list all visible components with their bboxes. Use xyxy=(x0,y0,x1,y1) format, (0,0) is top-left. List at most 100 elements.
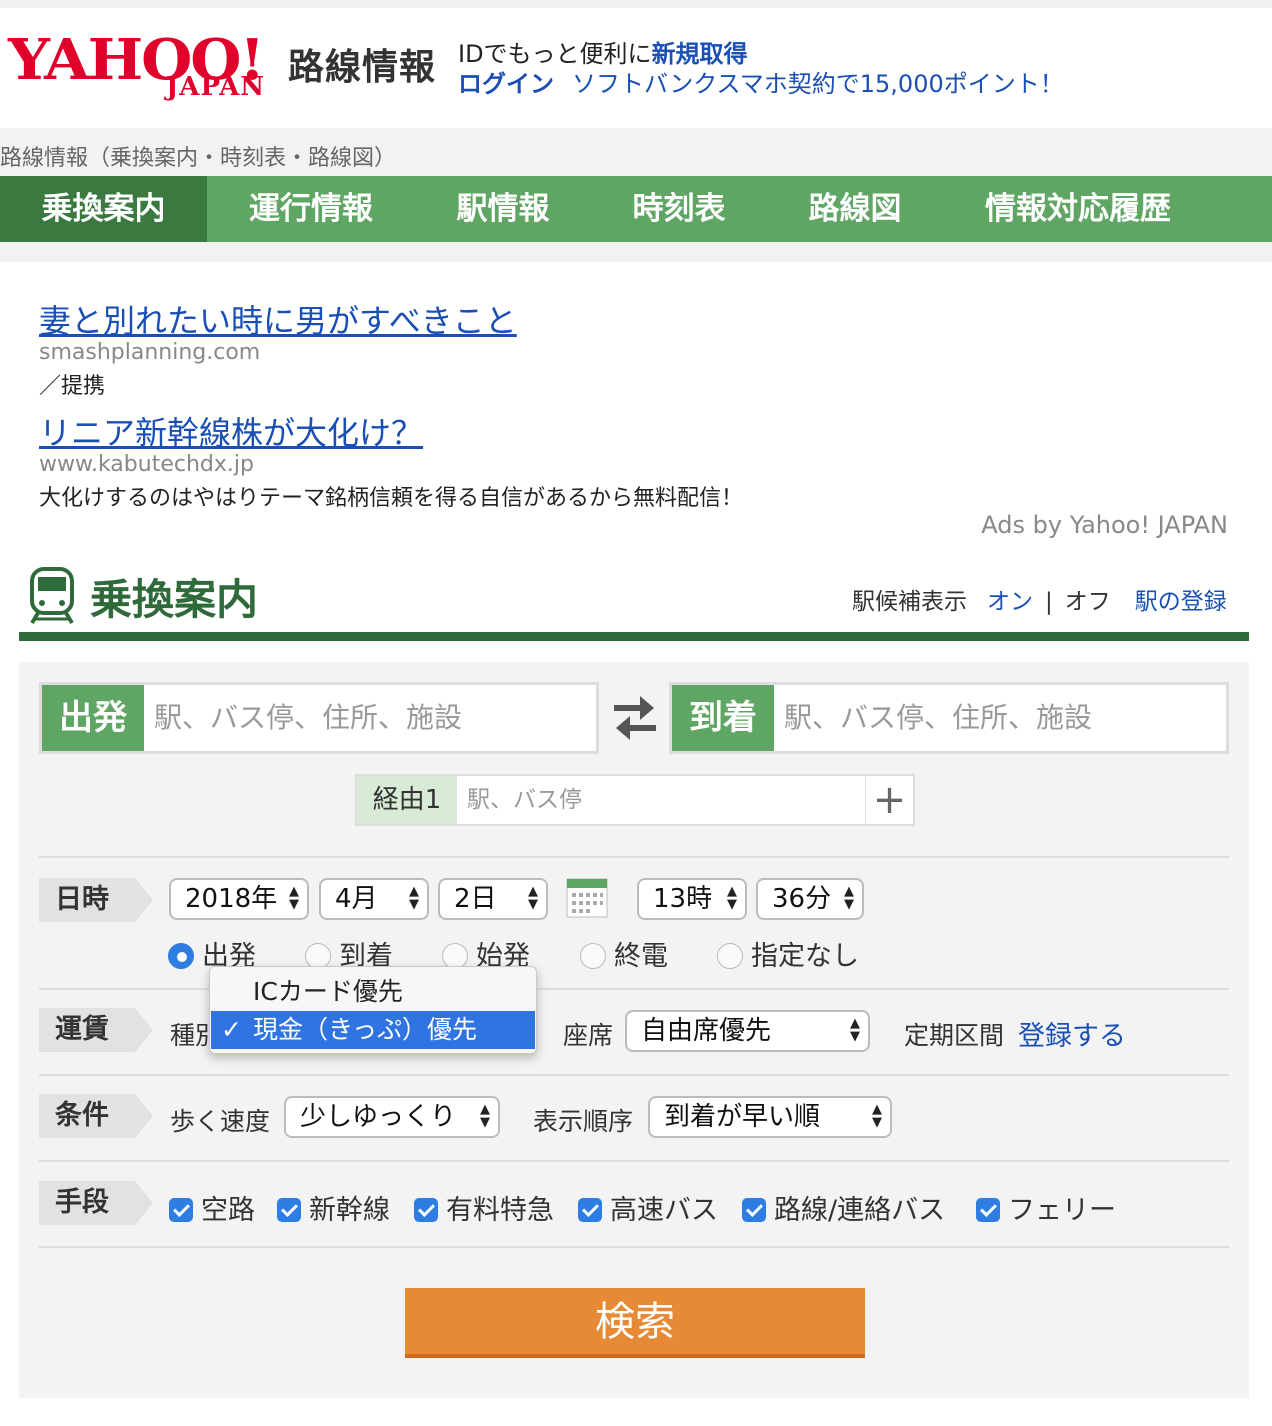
seat-select[interactable]: 自由席優先 ▲ ▼ xyxy=(625,1010,870,1052)
checkbox-label: 高速バス xyxy=(610,1195,718,1226)
checkbox-limited-express[interactable]: 有料特急 xyxy=(414,1188,554,1227)
service-name[interactable]: 路線情報 xyxy=(288,38,436,90)
fare-option-ic[interactable]: ICカード優先 xyxy=(211,973,535,1011)
suggest-separator: | xyxy=(1045,589,1053,615)
divider xyxy=(39,1246,1229,1248)
logo-sub-text: JAPAN xyxy=(166,72,266,102)
checkbox-label: 空路 xyxy=(201,1195,255,1226)
calendar-icon[interactable] xyxy=(566,878,608,918)
walk-speed-select[interactable]: 少しゆっくり ▲ ▼ xyxy=(284,1096,500,1138)
seat-value: 自由席優先 xyxy=(641,1016,772,1046)
suggest-label: 駅候補表示 xyxy=(852,589,967,615)
origin-label: 出発 xyxy=(42,685,144,751)
tab-history[interactable]: 情報対応履歴 xyxy=(943,176,1213,242)
login-link[interactable]: ログイン xyxy=(458,70,554,98)
tab-timetable[interactable]: 時刻表 xyxy=(591,176,767,242)
checkbox-label: 路線/連絡バス xyxy=(774,1195,946,1226)
checkbox-checked-icon xyxy=(277,1198,301,1222)
option-label: 現金（きっぷ）優先 xyxy=(253,1015,478,1044)
checkbox-checked-icon xyxy=(578,1198,602,1222)
checkbox-highway-bus[interactable]: 高速バス xyxy=(578,1188,718,1227)
divider xyxy=(39,1074,1229,1076)
select-arrows-icon: ▲ ▼ xyxy=(727,884,737,912)
hour-select[interactable]: 13時 ▲ ▼ xyxy=(637,878,747,920)
option-label: ICカード優先 xyxy=(253,977,403,1006)
softbank-promo-link[interactable]: ソフトバンクスマホ契約で15,000ポイント！ xyxy=(572,70,1064,98)
select-arrows-icon: ▲ ▼ xyxy=(480,1102,490,1130)
hour-value: 13時 xyxy=(653,884,713,914)
ad-title-2[interactable]: リニア新幹線株が大化け？ xyxy=(39,408,423,454)
add-via-button[interactable]: + xyxy=(865,776,913,824)
via-input[interactable]: 駅、バス停 xyxy=(467,776,582,824)
checkbox-checked-icon xyxy=(414,1198,438,1222)
nav-spacer xyxy=(0,242,1272,262)
destination-label: 到着 xyxy=(672,685,774,751)
select-arrows-icon: ▲ ▼ xyxy=(528,884,538,912)
ads-by-label[interactable]: Ads by Yahoo! JAPAN xyxy=(981,511,1228,539)
checkbox-route-bus[interactable]: 路線/連絡バス xyxy=(742,1188,945,1227)
destination-input[interactable]: 駅、バス停、住所、施設 xyxy=(784,685,1092,751)
site-header: YAHOO! JAPAN 路線情報 IDでもっと便利に新規取得 ログイン ソフトバ… xyxy=(0,8,1272,128)
walk-speed-label: 歩く速度 xyxy=(170,1107,271,1136)
fare-type-dropdown[interactable]: ICカード優先 ✓ 現金（きっぷ）優先 xyxy=(209,966,537,1054)
tab-route-map[interactable]: 路線図 xyxy=(767,176,943,242)
divider xyxy=(39,856,1229,858)
train-icon xyxy=(30,567,74,625)
radio-unspecified[interactable]: 指定なし xyxy=(717,934,859,973)
suggest-off-text: オフ xyxy=(1064,589,1111,615)
radio-label: 終電 xyxy=(614,941,668,972)
select-arrows-icon: ▲ ▼ xyxy=(409,884,419,912)
select-arrows-icon: ▲ ▼ xyxy=(289,884,299,912)
commuter-register-link[interactable]: 登録する xyxy=(1018,1014,1126,1053)
checkbox-ferry[interactable]: フェリー xyxy=(976,1188,1116,1227)
checkbox-shinkansen[interactable]: 新幹線 xyxy=(277,1188,390,1227)
select-arrows-icon: ▲ ▼ xyxy=(850,1016,860,1044)
origin-field[interactable]: 出発 駅、バス停、住所、施設 xyxy=(39,682,599,754)
fare-label: 運賃 xyxy=(39,1008,153,1052)
means-label: 手段 xyxy=(39,1181,153,1225)
walk-speed-value: 少しゆっくり xyxy=(300,1102,457,1132)
radio-icon xyxy=(717,943,743,969)
tab-service-info[interactable]: 運行情報 xyxy=(207,176,415,242)
checkbox-label: 新幹線 xyxy=(309,1195,390,1226)
ad-desc-1: ／提携 xyxy=(39,374,106,399)
day-select[interactable]: 2日 ▲ ▼ xyxy=(438,878,548,920)
radio-selected-icon xyxy=(168,943,194,969)
promo-line-2: ログイン ソフトバンクスマホ契約で15,000ポイント！ xyxy=(458,64,1064,99)
seat-label: 座席 xyxy=(563,1021,614,1050)
top-strip xyxy=(0,0,1272,8)
tab-transfer[interactable]: 乗換案内 xyxy=(0,176,207,242)
ad-url-1: smashplanning.com xyxy=(39,340,261,365)
checkbox-label: フェリー xyxy=(1008,1195,1116,1226)
month-value: 4月 xyxy=(335,884,378,914)
month-select[interactable]: 4月 ▲ ▼ xyxy=(319,878,429,920)
station-register-link[interactable]: 駅の登録 xyxy=(1135,589,1227,615)
checkbox-air[interactable]: 空路 xyxy=(169,1188,255,1227)
section-rule xyxy=(19,632,1249,641)
minute-select[interactable]: 36分 ▲ ▼ xyxy=(756,878,864,920)
tab-station-info[interactable]: 駅情報 xyxy=(415,176,591,242)
suggest-on-link[interactable]: オン xyxy=(987,589,1033,615)
via-field[interactable]: 経由1 駅、バス停 + xyxy=(355,774,915,826)
fare-option-cash[interactable]: ✓ 現金（きっぷ）優先 xyxy=(211,1011,535,1049)
breadcrumb: 路線情報（乗換案内・時刻表・路線図） xyxy=(0,146,397,171)
checkbox-label: 有料特急 xyxy=(446,1195,554,1226)
checkbox-checked-icon xyxy=(169,1198,193,1222)
year-select[interactable]: 2018年 ▲ ▼ xyxy=(169,878,309,920)
sort-order-value: 到着が早い順 xyxy=(664,1102,821,1132)
origin-input[interactable]: 駅、バス停、住所、施設 xyxy=(154,685,462,751)
radio-last-train[interactable]: 終電 xyxy=(580,934,668,973)
minute-value: 36分 xyxy=(772,884,832,914)
ad-desc-2: 大化けするのはやはりテーマ銘柄信頼を得る自信があるから無料配信！ xyxy=(39,486,744,511)
commuter-label: 定期区間 xyxy=(904,1021,1005,1050)
swap-icon[interactable] xyxy=(610,690,660,746)
yahoo-japan-logo[interactable]: YAHOO! JAPAN xyxy=(8,32,283,112)
sort-order-label: 表示順序 xyxy=(533,1107,634,1136)
day-value: 2日 xyxy=(454,884,497,914)
destination-field[interactable]: 到着 駅、バス停、住所、施設 xyxy=(669,682,1229,754)
radio-label: 指定なし xyxy=(751,941,859,972)
sort-order-select[interactable]: 到着が早い順 ▲ ▼ xyxy=(648,1096,892,1138)
main-nav: 乗換案内 運行情報 駅情報 時刻表 路線図 情報対応履歴 xyxy=(0,176,1272,242)
search-button[interactable]: 検索 xyxy=(405,1288,865,1358)
ad-title-1[interactable]: 妻と別れたい時に男がすべきこと xyxy=(39,296,517,342)
